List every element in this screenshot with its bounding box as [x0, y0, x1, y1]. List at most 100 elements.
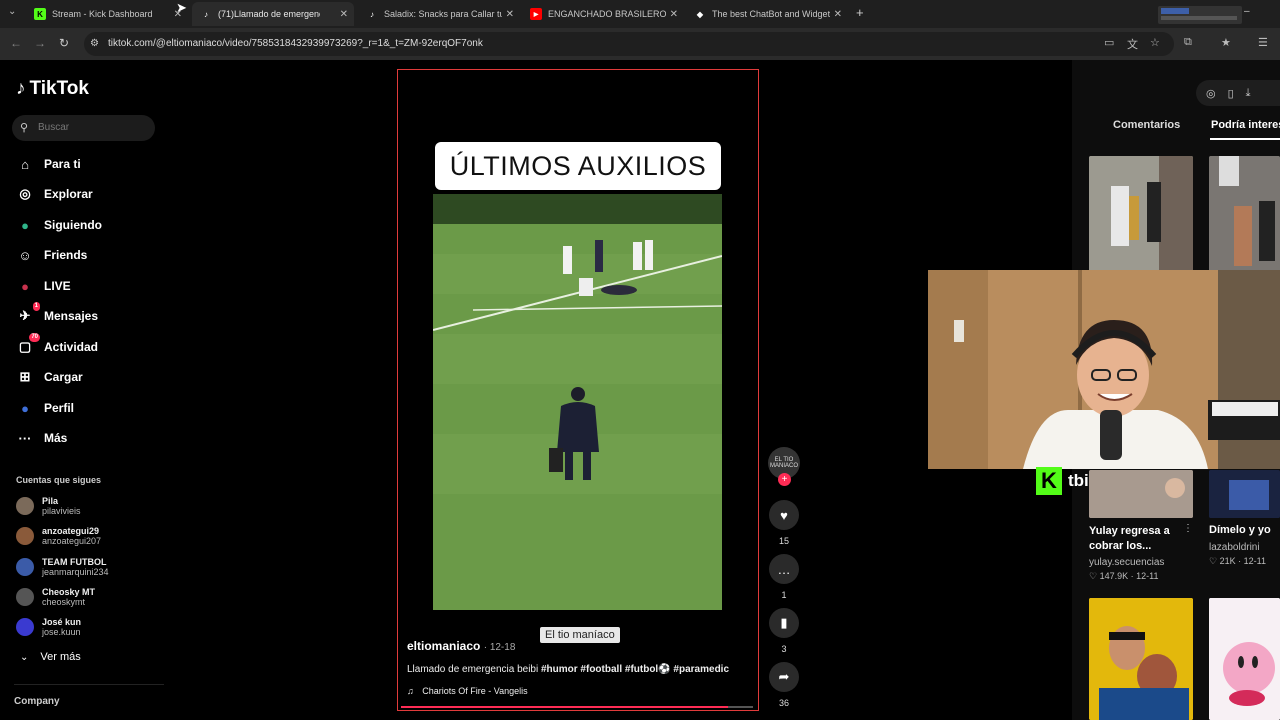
cast-icon[interactable]: ▭ — [1104, 36, 1114, 49]
recommended-thumbnail-3[interactable] — [1089, 470, 1193, 518]
see-more-link[interactable]: ⌄ Ver más — [20, 651, 81, 663]
account-name: anzoategui29 — [42, 526, 100, 536]
card-title-1[interactable]: Yulay regresa a cobrar los... — [1089, 524, 1181, 554]
close-tab-icon[interactable]: ✕ — [506, 9, 514, 20]
account-name: José kun — [42, 617, 82, 627]
streamer-webcam — [928, 270, 1280, 469]
kick-logo-icon: K — [1036, 467, 1062, 495]
video-progress-bar[interactable] — [401, 706, 753, 708]
save-action[interactable]: ▮ 3 — [768, 608, 800, 654]
recommended-thumbnail-6[interactable] — [1209, 598, 1280, 720]
comment-bubble-icon[interactable]: … — [769, 554, 799, 584]
sidebar-item-friends[interactable]: ☺ Friends — [16, 243, 87, 267]
close-tab-icon[interactable]: ✕ — [670, 9, 678, 20]
sidebar-item-live[interactable]: ● LIVE — [16, 274, 71, 298]
bookmark-star-icon[interactable]: ☆ — [1150, 36, 1160, 49]
hashtags[interactable]: #humor #football #futbol⚽ #paramedic — [541, 664, 729, 675]
account-username: anzoategui207 — [42, 536, 102, 546]
recommended-thumbnail-5[interactable] — [1089, 598, 1193, 720]
comment-action[interactable]: … 1 — [768, 554, 800, 600]
sidebar-item-label: Friends — [44, 248, 88, 262]
sidebar-item-cargar[interactable]: ⊞ Cargar — [16, 365, 83, 389]
following-account[interactable]: Pila pilavivieis — [16, 492, 81, 520]
card-title-2[interactable]: Dímelo y yo — [1209, 524, 1271, 536]
translate-icon[interactable]: 文 — [1127, 36, 1138, 52]
video-description: Llamado de emergencia beibi #humor #foot… — [407, 664, 729, 675]
browser-tab-saladix[interactable]: ♪ Saladix: Snacks para Callar tu H ✕ — [358, 2, 520, 26]
tiktok-logo[interactable]: ♪ TikTok — [16, 78, 89, 100]
tab-might-interest[interactable]: Podría interes — [1211, 119, 1280, 131]
share-action[interactable]: ➦ 36 — [768, 662, 800, 708]
new-tab-plus-icon[interactable]: + — [856, 5, 864, 20]
see-more-label: Ver más — [40, 651, 81, 663]
card-user-2[interactable]: lazaboldrini — [1209, 542, 1260, 553]
company-link[interactable]: Company — [14, 696, 60, 707]
extensions-puzzle-icon[interactable]: ⧉ — [1184, 36, 1192, 49]
share-arrow-icon[interactable]: ➦ — [769, 662, 799, 692]
bookmarks-icon[interactable]: ★ — [1221, 36, 1231, 49]
following-account[interactable]: José kun jose.kuun — [16, 613, 81, 641]
browser-tab-tiktok-active[interactable]: ♪ (71)Llamado de emergenci ✕ — [192, 2, 354, 26]
compass-icon[interactable]: ◎ — [1206, 87, 1216, 100]
url-input[interactable]: ⚙ tiktok.com/@eltiomaniaco/video/7585318… — [84, 32, 1174, 56]
tab-list-chevron-icon[interactable]: ⌄ — [8, 6, 16, 17]
sidebar-item-mensajes[interactable]: ✈ 1 Mensajes — [16, 302, 98, 328]
search-placeholder: Buscar — [38, 122, 70, 133]
close-tab-icon[interactable]: ✕ — [340, 9, 348, 20]
bookmark-icon[interactable]: ▮ — [769, 608, 799, 638]
recommended-thumbnail-4[interactable] — [1209, 470, 1280, 518]
avatar — [16, 497, 34, 515]
menu-icon[interactable]: ☰ — [1258, 36, 1268, 49]
close-tab-icon[interactable]: ✕ — [834, 9, 842, 20]
following-account-text: Pila pilavivieis — [42, 496, 81, 516]
browser-tab-kick[interactable]: K Stream - Kick Dashboard ✕ — [26, 2, 188, 26]
mobile-icon[interactable]: ▯ — [1228, 87, 1234, 100]
following-account[interactable]: anzoategui29 anzoategui207 — [16, 522, 101, 550]
post-date: 12-18 — [489, 642, 516, 653]
follow-plus-icon[interactable]: + — [778, 473, 791, 486]
reload-icon[interactable]: ↻ — [59, 36, 69, 50]
tiktok-icon: ♪ — [204, 9, 208, 19]
minimize-window-icon[interactable]: – — [1244, 6, 1250, 17]
sidebar-item-explorar[interactable]: ◎ Explorar — [16, 182, 92, 206]
tab-comments[interactable]: Comentarios — [1113, 119, 1180, 131]
friends-icon: ☺ — [18, 247, 32, 263]
sidebar-item-para-ti[interactable]: ⌂ Para ti — [16, 152, 81, 176]
download-icon[interactable]: ⤓ — [1246, 87, 1251, 100]
account-username: pilavivieis — [42, 506, 81, 516]
music-line[interactable]: ♫ Chariots Of Fire - Vangelis — [407, 686, 528, 696]
sidebar-item-perfil[interactable]: ● Perfil — [16, 396, 74, 420]
recommended-thumbnail-1[interactable] — [1089, 156, 1193, 272]
home-icon: ⌂ — [21, 156, 29, 172]
kick-icon: K — [34, 8, 46, 20]
notification-badge: 1 — [32, 302, 40, 311]
tab-title: The best ChatBot and Widgets — [712, 9, 830, 19]
following-account[interactable]: Cheosky MT cheoskymt — [16, 583, 95, 611]
following-account[interactable]: TEAM FUTBOL jeanmarquini234 — [16, 553, 109, 581]
forward-arrow-icon[interactable]: → — [34, 36, 46, 50]
browser-tab-youtube[interactable]: ▶ ENGANCHADO BRASILERO FU ✕ — [522, 2, 684, 26]
live-avatar-icon: ● — [21, 278, 29, 294]
sidebar-item-m-s[interactable]: ··· Más — [16, 426, 68, 450]
video-overlay-title: ÚLTIMOS AUXILIOS — [435, 142, 721, 190]
browser-tab-chatbot[interactable]: ◆ The best ChatBot and Widgets ✕ — [686, 2, 848, 26]
card-user-1[interactable]: yulay.secuencias — [1089, 557, 1164, 568]
search-input[interactable]: ⚲ Buscar — [12, 115, 155, 141]
profile-avatar-icon: ● — [21, 400, 29, 416]
recommended-thumbnail-2[interactable] — [1209, 156, 1280, 272]
following-heading: Cuentas que sigues — [16, 475, 102, 485]
site-info-icon[interactable]: ⚙ — [90, 32, 99, 56]
like-action[interactable]: ♥ 15 — [768, 500, 800, 546]
sidebar-item-actividad[interactable]: ▢ 70 Actividad — [16, 333, 98, 359]
paper-plane-icon: ✈ 1 — [19, 302, 40, 323]
tab-title: Saladix: Snacks para Callar tu H — [384, 9, 502, 19]
back-arrow-icon[interactable]: ← — [10, 36, 22, 50]
football-pitch-scene — [433, 194, 722, 610]
watermark-caption: El tio maníaco — [540, 627, 620, 643]
avatar — [16, 618, 34, 636]
heart-icon[interactable]: ♥ — [769, 500, 799, 530]
author-username[interactable]: eltiomaniaco — [407, 639, 480, 653]
sidebar-item-siguiendo[interactable]: ● Siguiendo — [16, 213, 102, 237]
tiktok-note-icon: ♪ — [16, 78, 26, 99]
card-more-icon[interactable]: ⋮ — [1183, 523, 1193, 534]
